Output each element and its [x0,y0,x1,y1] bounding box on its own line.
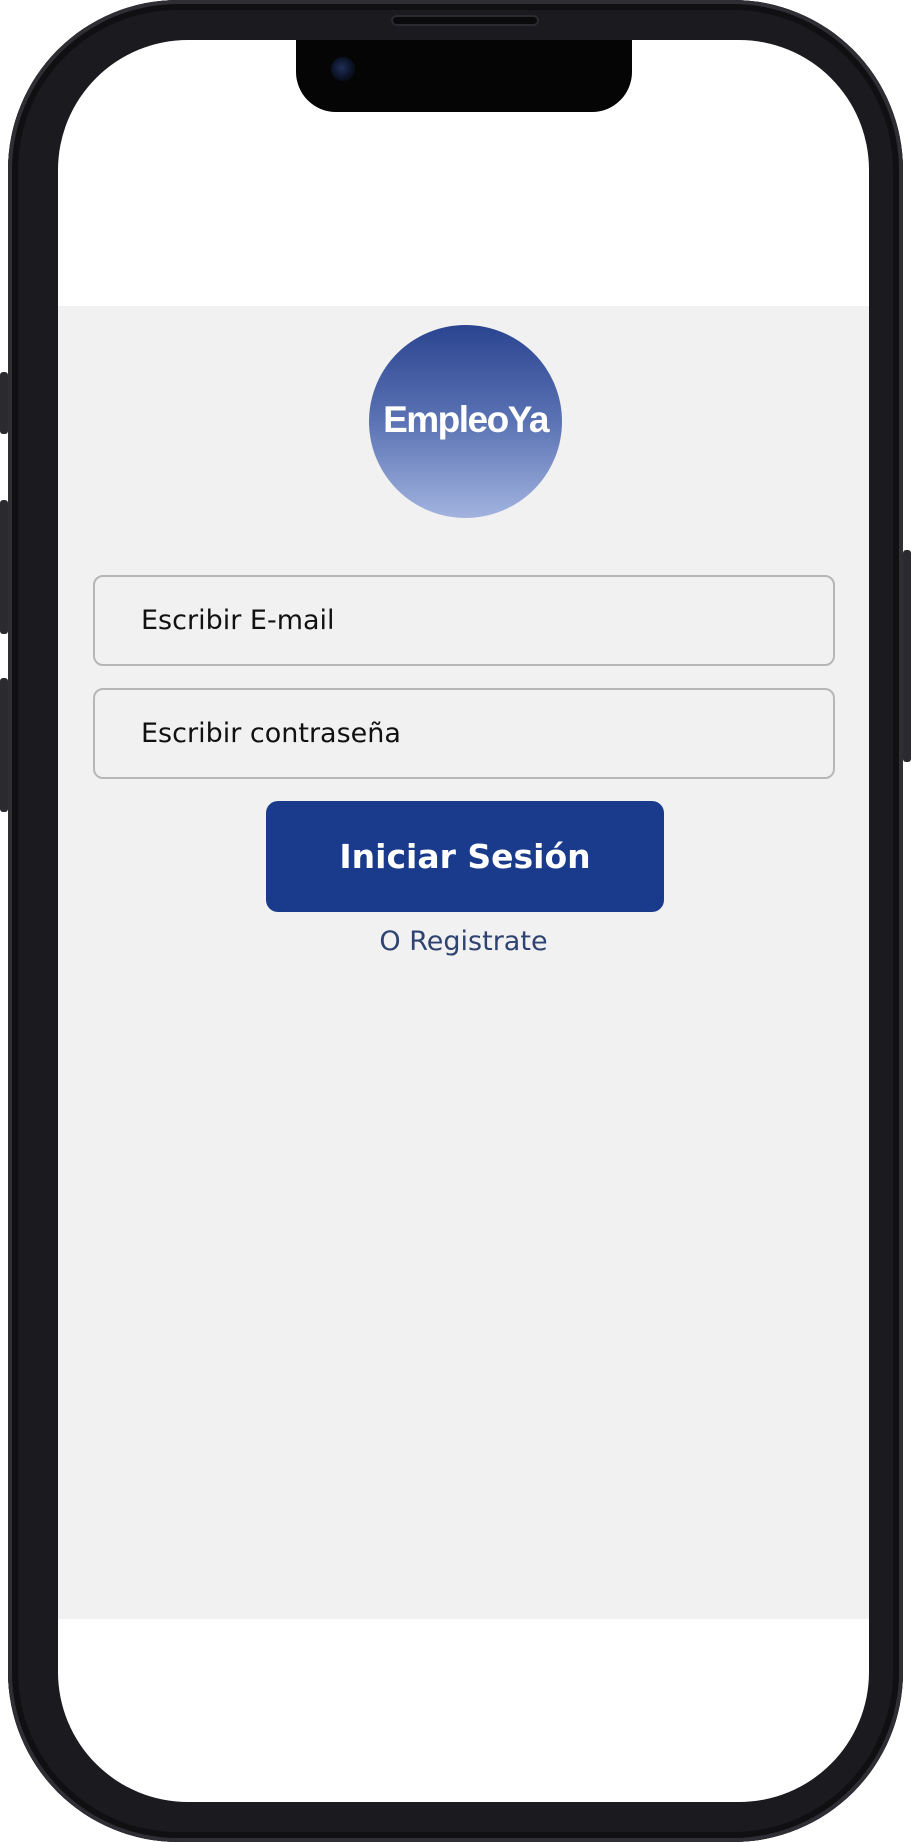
login-screen: EmpleoYa Iniciar Sesión O Registrate [58,306,869,1619]
password-input[interactable] [93,688,835,779]
screen: EmpleoYa Iniciar Sesión O Registrate [58,40,869,1802]
front-camera-icon [331,57,355,81]
app-logo: EmpleoYa [369,325,562,518]
logo-text: EmpleoYa [383,398,549,440]
volume-up-button [0,500,8,634]
register-link[interactable]: O Registrate [58,926,869,957]
login-button[interactable]: Iniciar Sesión [266,801,664,912]
earpiece-speaker [391,15,539,26]
email-input[interactable] [93,575,835,666]
volume-down-button [0,678,8,812]
mute-switch [0,372,8,434]
phone-frame: EmpleoYa Iniciar Sesión O Registrate [0,0,911,1842]
power-button [903,550,911,762]
